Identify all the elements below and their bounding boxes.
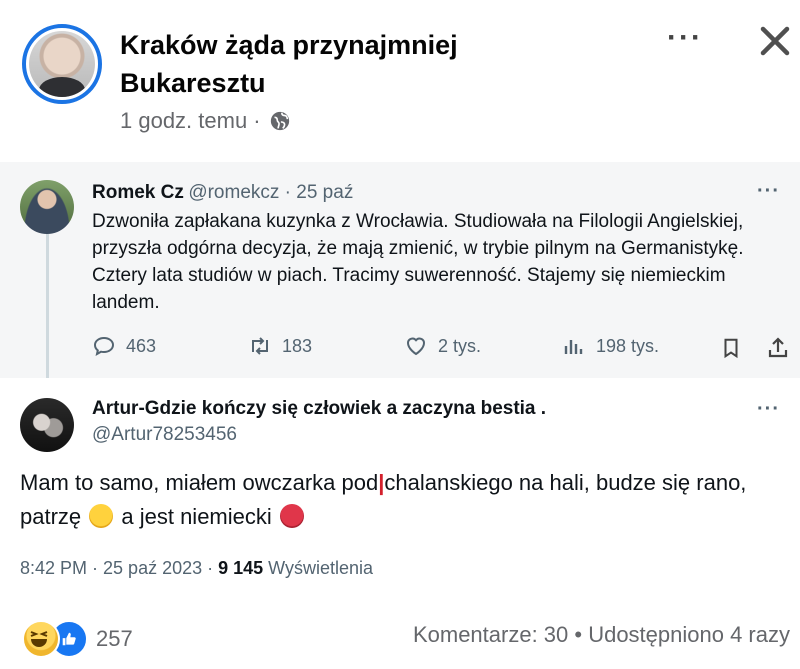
- stats-separator: •: [568, 622, 589, 647]
- retweet-count: 183: [282, 335, 313, 356]
- post-time-label: 1 godz. temu ·: [120, 108, 261, 133]
- reply-count: 463: [126, 335, 157, 356]
- thread-line: [46, 234, 49, 386]
- like-action: 2 tys.: [404, 334, 481, 358]
- reply-icon: [93, 336, 115, 356]
- bookmark-icon: [724, 338, 738, 359]
- reply-text-part1: Mam to samo, miałem owczarka pod: [20, 470, 379, 495]
- post-stats: Komentarze: 30 • Udostępniono 4 razy: [413, 622, 790, 648]
- share-icon: [768, 337, 788, 358]
- views-chart-icon: [564, 340, 583, 354]
- thinking-emoji-icon: [89, 504, 114, 528]
- tweet-author-avatar: [20, 180, 74, 234]
- reply-author-name: Artur-Gdzie kończy się człowiek a zaczyn…: [92, 398, 547, 419]
- reply-date: 8:42 PM · 25 paź 2023 ·: [20, 558, 219, 578]
- post-timestamp[interactable]: 1 godz. temu ·: [120, 108, 291, 134]
- page-avatar[interactable]: [22, 24, 102, 104]
- tweet-handle-date: @romekcz · 25 paź: [188, 182, 354, 203]
- more-dots-icon[interactable]: ···: [665, 23, 705, 53]
- tweet-actions: 463 183 2 tys. 198 tys.: [92, 334, 792, 364]
- heart-icon: [406, 337, 426, 356]
- post-title[interactable]: Kraków żąda przynajmniej Bukaresztu: [120, 26, 600, 102]
- reply-views-count: 9 145: [218, 558, 264, 578]
- tweet-more-icon: ···: [757, 180, 780, 202]
- post-header: Kraków żąda przynajmniej Bukaresztu 1 go…: [0, 0, 800, 160]
- reply-views-label: Wyświetlenia: [263, 558, 374, 578]
- reply-action: 463: [92, 334, 156, 358]
- haha-reaction-icon: [22, 620, 60, 658]
- post-footer: 257 Komentarze: 30 • Udostępniono 4 razy: [0, 592, 800, 669]
- like-count: 2 tys.: [438, 335, 482, 356]
- tweet-header: Romek Cz @romekcz · 25 paź: [92, 182, 353, 204]
- views-count: 198 tys.: [596, 335, 660, 356]
- reply-handle: @Artur78253456: [92, 424, 237, 445]
- retweet-icon: [252, 337, 268, 355]
- views-action: 198 tys.: [562, 334, 659, 358]
- tweet-author-name: Romek Cz: [92, 182, 184, 203]
- reaction-count: 257: [96, 626, 133, 651]
- reply-author-avatar: [20, 398, 74, 452]
- shares-count-link[interactable]: Udostępniono 4 razy: [588, 622, 790, 647]
- reply-text: Mam to samo, miałem owczarka pod|chalans…: [20, 466, 780, 534]
- reactions-summary[interactable]: 257: [22, 620, 133, 658]
- retweet-action: 183: [248, 334, 312, 358]
- reply-date-views: 8:42 PM · 25 paź 2023 · 9 145 Wyświetlen…: [20, 558, 373, 579]
- globe-icon: [270, 111, 289, 131]
- close-icon[interactable]: [756, 22, 794, 60]
- tweet-text: Dzwoniła zapłakana kuzynka z Wrocławia. …: [92, 211, 744, 313]
- embedded-screenshot: Romek Cz @romekcz · 25 paź ··· Dzwoniła …: [0, 162, 800, 592]
- angry-emoji-icon: [279, 504, 304, 528]
- original-tweet: Romek Cz @romekcz · 25 paź ··· Dzwoniła …: [0, 162, 800, 386]
- reply-more-icon: ···: [757, 398, 780, 420]
- comments-count-link[interactable]: Komentarze: 30: [413, 622, 568, 647]
- reply-text-part3: a jest niemiecki: [115, 504, 278, 529]
